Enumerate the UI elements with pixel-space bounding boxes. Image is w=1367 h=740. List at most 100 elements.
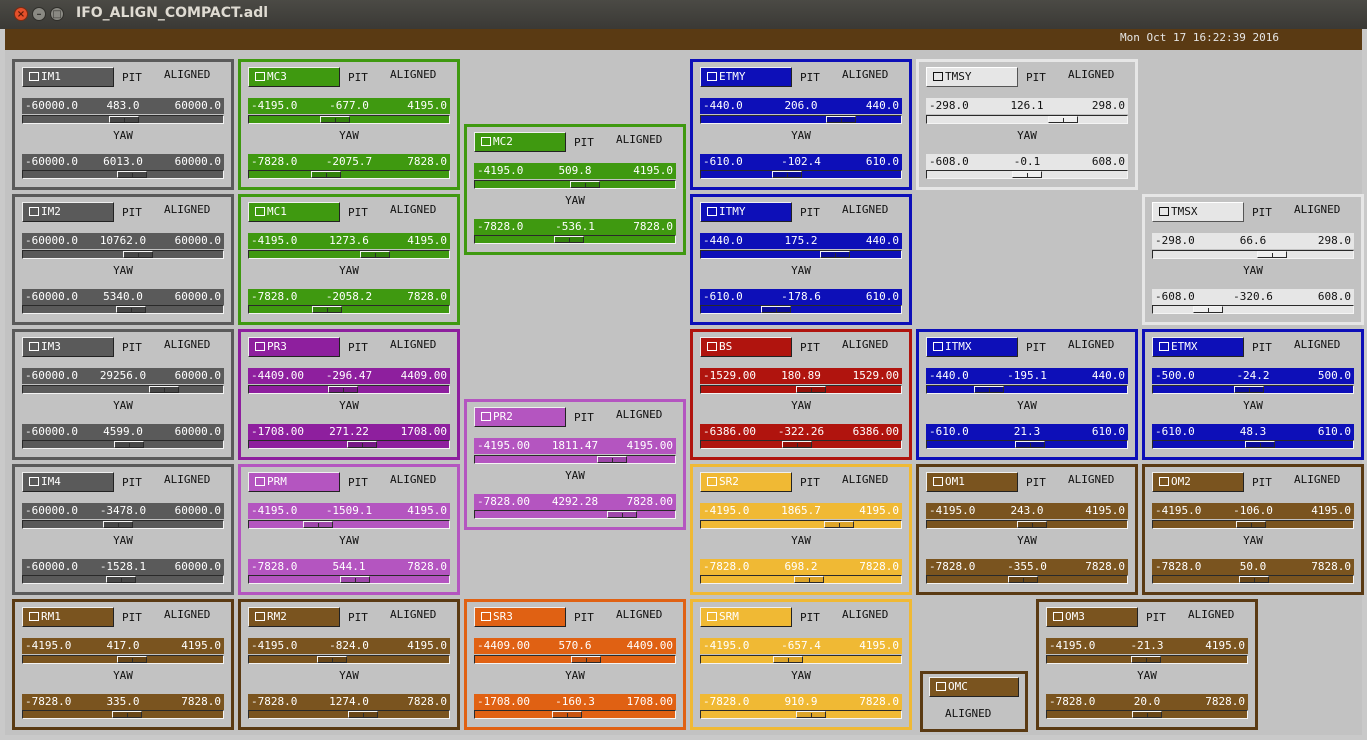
- im4-button[interactable]: IM4: [22, 472, 114, 492]
- yaw-slider[interactable]: [22, 575, 224, 584]
- yaw-slider-thumb[interactable]: [117, 171, 147, 178]
- yaw-slider-thumb[interactable]: [1193, 306, 1223, 313]
- etmy-button[interactable]: ETMY: [700, 67, 792, 87]
- maximize-icon[interactable]: □: [50, 7, 64, 21]
- pit-slider-thumb[interactable]: [1017, 521, 1047, 528]
- pit-slider-thumb[interactable]: [360, 251, 390, 258]
- yaw-slider[interactable]: [474, 710, 676, 719]
- pit-slider-thumb[interactable]: [570, 181, 600, 188]
- pit-slider[interactable]: [1152, 385, 1354, 394]
- pit-slider[interactable]: [1152, 250, 1354, 259]
- yaw-slider-thumb[interactable]: [1245, 441, 1275, 448]
- pit-slider[interactable]: [248, 655, 450, 664]
- pit-slider-thumb[interactable]: [826, 116, 856, 123]
- tmsy-button[interactable]: TMSY: [926, 67, 1018, 87]
- pit-slider-thumb[interactable]: [796, 386, 826, 393]
- pit-slider[interactable]: [700, 520, 902, 529]
- bs-button[interactable]: BS: [700, 337, 792, 357]
- pit-slider-thumb[interactable]: [1131, 656, 1161, 663]
- yaw-slider-thumb[interactable]: [1012, 171, 1042, 178]
- yaw-slider-thumb[interactable]: [116, 306, 146, 313]
- yaw-slider[interactable]: [248, 440, 450, 449]
- yaw-slider-thumb[interactable]: [1239, 576, 1269, 583]
- pit-slider[interactable]: [22, 520, 224, 529]
- pit-slider[interactable]: [474, 455, 676, 464]
- close-icon[interactable]: ×: [14, 7, 28, 21]
- yaw-slider[interactable]: [700, 305, 902, 314]
- etmx-button[interactable]: ETMX: [1152, 337, 1244, 357]
- pit-slider[interactable]: [926, 520, 1128, 529]
- pit-slider[interactable]: [700, 250, 902, 259]
- yaw-slider[interactable]: [1152, 440, 1354, 449]
- itmy-button[interactable]: ITMY: [700, 202, 792, 222]
- im3-button[interactable]: IM3: [22, 337, 114, 357]
- yaw-slider-thumb[interactable]: [348, 711, 378, 718]
- pit-slider-thumb[interactable]: [571, 656, 601, 663]
- im1-button[interactable]: IM1: [22, 67, 114, 87]
- pr2-button[interactable]: PR2: [474, 407, 566, 427]
- yaw-slider-thumb[interactable]: [554, 236, 584, 243]
- pit-slider-thumb[interactable]: [773, 656, 803, 663]
- pit-slider[interactable]: [248, 250, 450, 259]
- pit-slider[interactable]: [248, 115, 450, 124]
- pit-slider[interactable]: [474, 655, 676, 664]
- im2-button[interactable]: IM2: [22, 202, 114, 222]
- pit-slider[interactable]: [1152, 520, 1354, 529]
- sr2-button[interactable]: SR2: [700, 472, 792, 492]
- pit-slider-thumb[interactable]: [317, 656, 347, 663]
- pit-slider-thumb[interactable]: [597, 456, 627, 463]
- pr3-button[interactable]: PR3: [248, 337, 340, 357]
- rm2-button[interactable]: RM2: [248, 607, 340, 627]
- pit-slider[interactable]: [22, 655, 224, 664]
- yaw-slider-thumb[interactable]: [761, 306, 791, 313]
- om2-button[interactable]: OM2: [1152, 472, 1244, 492]
- pit-slider[interactable]: [248, 520, 450, 529]
- yaw-slider-thumb[interactable]: [607, 511, 637, 518]
- yaw-slider-thumb[interactable]: [552, 711, 582, 718]
- yaw-slider[interactable]: [474, 235, 676, 244]
- yaw-slider[interactable]: [700, 440, 902, 449]
- pit-slider[interactable]: [926, 115, 1128, 124]
- pit-slider-thumb[interactable]: [320, 116, 350, 123]
- yaw-slider-thumb[interactable]: [796, 711, 826, 718]
- yaw-slider[interactable]: [700, 575, 902, 584]
- pit-slider[interactable]: [926, 385, 1128, 394]
- yaw-slider-thumb[interactable]: [794, 576, 824, 583]
- rm1-button[interactable]: RM1: [22, 607, 114, 627]
- yaw-slider[interactable]: [926, 575, 1128, 584]
- pit-slider-thumb[interactable]: [303, 521, 333, 528]
- yaw-slider[interactable]: [248, 575, 450, 584]
- yaw-slider[interactable]: [248, 305, 450, 314]
- omc-button[interactable]: OMC: [929, 677, 1019, 697]
- pit-slider-thumb[interactable]: [109, 116, 139, 123]
- yaw-slider[interactable]: [926, 440, 1128, 449]
- yaw-slider[interactable]: [1152, 575, 1354, 584]
- pit-slider-thumb[interactable]: [1257, 251, 1287, 258]
- yaw-slider[interactable]: [700, 710, 902, 719]
- yaw-slider-thumb[interactable]: [106, 576, 136, 583]
- yaw-slider-thumb[interactable]: [1008, 576, 1038, 583]
- pit-slider[interactable]: [22, 385, 224, 394]
- pit-slider[interactable]: [474, 180, 676, 189]
- pit-slider-thumb[interactable]: [1234, 386, 1264, 393]
- pit-slider-thumb[interactable]: [328, 386, 358, 393]
- pit-slider-thumb[interactable]: [149, 386, 179, 393]
- yaw-slider[interactable]: [926, 170, 1128, 179]
- yaw-slider-thumb[interactable]: [312, 306, 342, 313]
- yaw-slider-thumb[interactable]: [347, 441, 377, 448]
- minimize-icon[interactable]: –: [32, 7, 46, 21]
- pit-slider[interactable]: [22, 115, 224, 124]
- yaw-slider-thumb[interactable]: [772, 171, 802, 178]
- yaw-slider-thumb[interactable]: [1015, 441, 1045, 448]
- prm-button[interactable]: PRM: [248, 472, 340, 492]
- itmx-button[interactable]: ITMX: [926, 337, 1018, 357]
- pit-slider-thumb[interactable]: [820, 251, 850, 258]
- yaw-slider-thumb[interactable]: [112, 711, 142, 718]
- yaw-slider[interactable]: [248, 710, 450, 719]
- pit-slider-thumb[interactable]: [123, 251, 153, 258]
- yaw-slider[interactable]: [22, 305, 224, 314]
- pit-slider[interactable]: [1046, 655, 1248, 664]
- sr3-button[interactable]: SR3: [474, 607, 566, 627]
- srm-button[interactable]: SRM: [700, 607, 792, 627]
- pit-slider-thumb[interactable]: [1048, 116, 1078, 123]
